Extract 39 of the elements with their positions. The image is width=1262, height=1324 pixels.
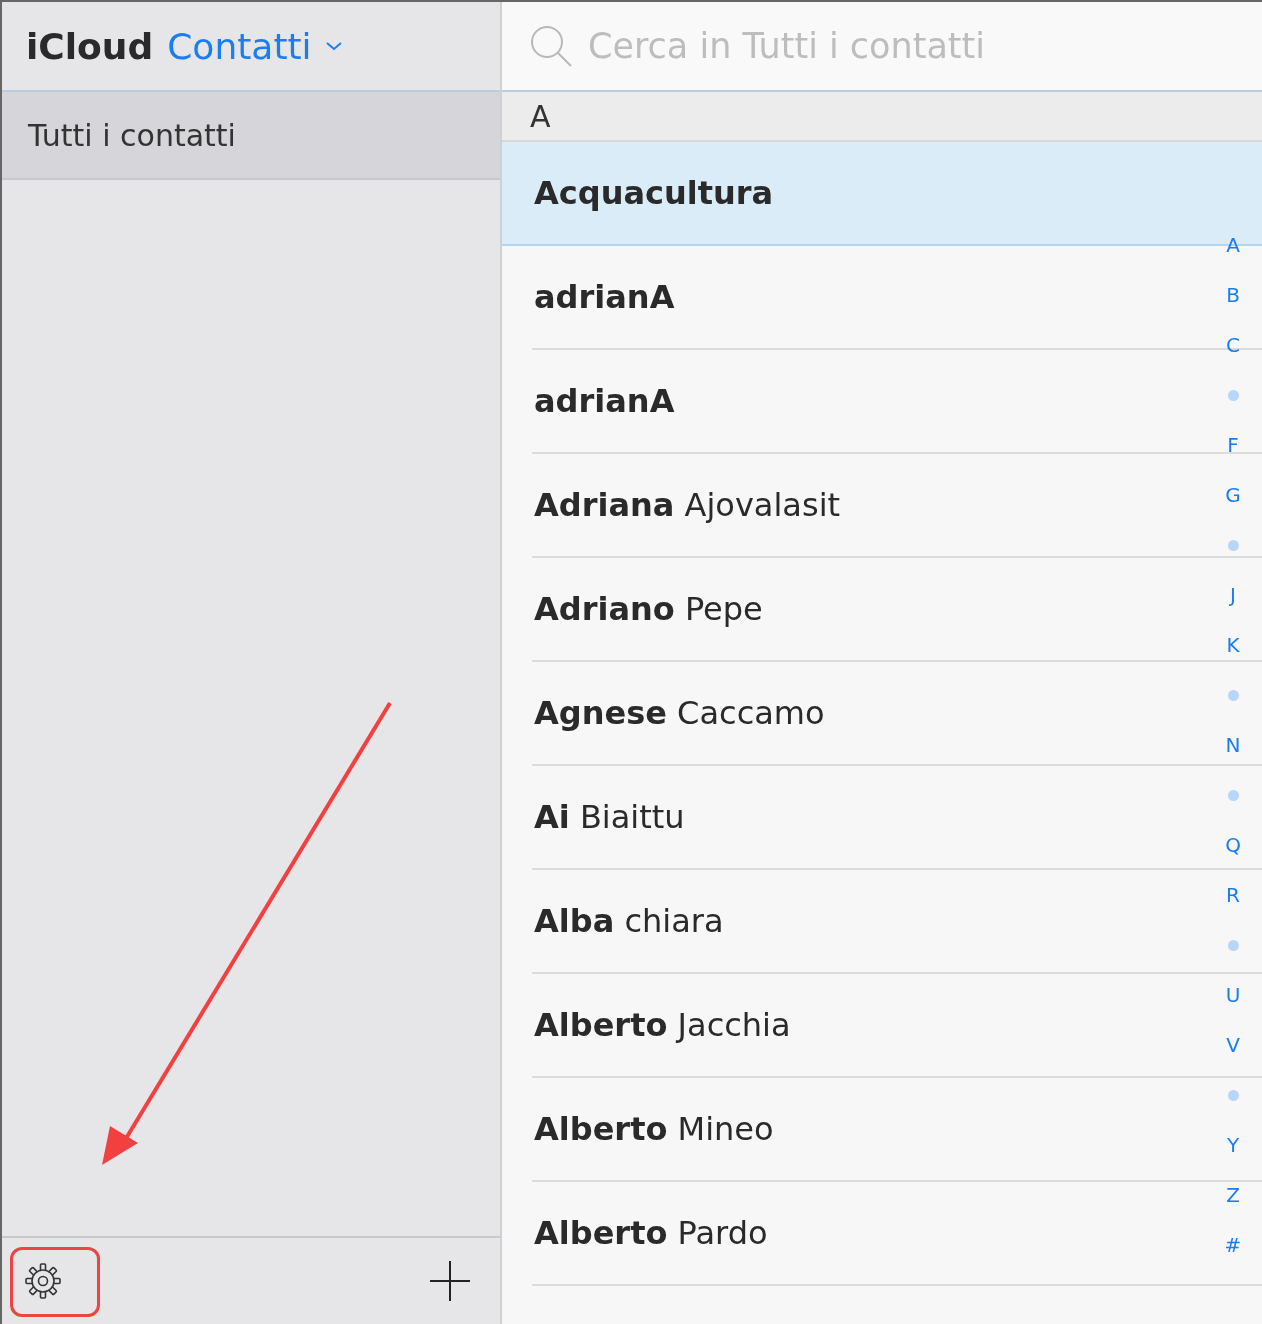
- search-icon: [528, 23, 574, 69]
- index-letter[interactable]: Z: [1218, 1170, 1248, 1220]
- contact-row[interactable]: adrianA: [532, 350, 1206, 452]
- contact-row[interactable]: Adriano Pepe: [532, 558, 1206, 660]
- search-input[interactable]: Cerca in Tutti i contatti: [586, 25, 1230, 67]
- contact-row[interactable]: Agnese Caccamo: [532, 662, 1206, 764]
- contact-row[interactable]: Adriana Ajovalasit: [532, 454, 1206, 556]
- index-dot[interactable]: [1227, 789, 1239, 801]
- index-letter[interactable]: #: [1218, 1220, 1248, 1270]
- contact-row[interactable]: Alberto Jacchia: [532, 974, 1206, 1076]
- contact-row[interactable]: Ai Biaittu: [532, 766, 1206, 868]
- index-letter[interactable]: A: [1218, 220, 1248, 270]
- index-letter[interactable]: N: [1218, 720, 1248, 770]
- contact-row[interactable]: Alba chiara: [532, 870, 1206, 972]
- index-dot[interactable]: [1227, 539, 1239, 551]
- index-letter[interactable]: V: [1218, 1020, 1248, 1070]
- index-letter[interactable]: G: [1218, 470, 1248, 520]
- index-letter[interactable]: Y: [1218, 1120, 1248, 1170]
- index-letter[interactable]: F: [1218, 420, 1248, 470]
- contact-row[interactable]: Alberto Pardo: [532, 1182, 1206, 1284]
- plus-icon: [428, 1259, 472, 1303]
- index-dot[interactable]: [1227, 939, 1239, 951]
- index-letter[interactable]: R: [1218, 870, 1248, 920]
- index-letter[interactable]: Q: [1218, 820, 1248, 870]
- contact-row[interactable]: adrianA: [532, 246, 1206, 348]
- index-letter[interactable]: J: [1218, 570, 1248, 620]
- index-dot[interactable]: [1227, 1089, 1239, 1101]
- index-dot[interactable]: [1227, 389, 1239, 401]
- index-letter[interactable]: C: [1218, 320, 1248, 370]
- brand-title: iCloud: [26, 25, 154, 67]
- contact-row[interactable]: Alberto Mineo: [532, 1078, 1206, 1180]
- index-letter[interactable]: K: [1218, 620, 1248, 670]
- index-letter[interactable]: B: [1218, 270, 1248, 320]
- sidebar-item[interactable]: Tutti i contatti: [2, 92, 500, 180]
- settings-icon: [24, 1262, 62, 1300]
- index-dot[interactable]: [1227, 689, 1239, 701]
- app-menu[interactable]: Contatti: [167, 25, 344, 67]
- section-header: A: [530, 98, 551, 134]
- index-letter[interactable]: U: [1218, 970, 1248, 1020]
